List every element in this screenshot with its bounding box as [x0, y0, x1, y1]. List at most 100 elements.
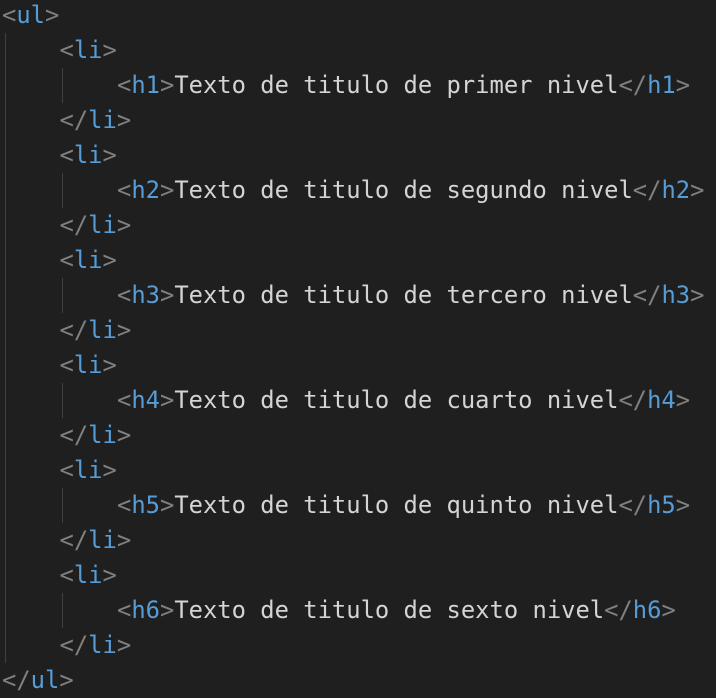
tag-close-bracket: >: [159, 386, 175, 414]
tag-close-bracket: >: [116, 526, 132, 554]
tag-open-bracket: </: [2, 666, 31, 694]
tag-name: h4: [131, 386, 160, 414]
ul-open-line[interactable]: <ul>: [2, 0, 59, 33]
tag-open-bracket: <: [117, 176, 132, 204]
indent-guide: [5, 33, 6, 663]
tag-close-bracket: >: [159, 281, 175, 309]
li-close-line[interactable]: </li>: [60, 208, 132, 243]
tag-close-bracket: >: [102, 561, 117, 589]
indent-guide: [62, 68, 63, 103]
tag-open-bracket: <: [117, 386, 132, 414]
heading-h5-line[interactable]: <h5>Texto de titulo de quinto nivel</h5>: [117, 488, 690, 523]
tag-open-bracket: <: [59, 246, 74, 274]
tag-open-bracket: <: [59, 561, 74, 589]
tag-name: ul: [30, 666, 60, 694]
tag-name: li: [88, 421, 117, 449]
tag-name: li: [88, 631, 117, 659]
tag-name: h5: [131, 491, 160, 519]
tag-close-bracket: >: [675, 71, 691, 99]
tag-open-bracket: </: [604, 596, 633, 624]
tag-open-bracket: <: [117, 281, 132, 309]
heading-h3-line[interactable]: <h3>Texto de titulo de tercero nivel</h3…: [117, 278, 704, 313]
tag-close-bracket: >: [116, 211, 132, 239]
tag-close-bracket: >: [675, 491, 691, 519]
tag-open-bracket: <: [59, 351, 74, 379]
tag-name: li: [73, 456, 103, 484]
tag-open-bracket: <: [117, 491, 132, 519]
tag-open-bracket: </: [59, 421, 89, 449]
tag-close-bracket: >: [116, 421, 132, 449]
tag-close-bracket: >: [661, 596, 676, 624]
tag-name: li: [73, 141, 103, 169]
li-close-line[interactable]: </li>: [60, 103, 132, 138]
code-editor[interactable]: <ul> <li> <h1>Texto de titulo de primer ni…: [0, 0, 716, 698]
tag-close-bracket: >: [102, 351, 117, 379]
tag-name: li: [88, 316, 117, 344]
tag-open-bracket: <: [2, 1, 17, 29]
tag-open-bracket: </: [618, 71, 648, 99]
tag-open-bracket: <: [117, 71, 132, 99]
tag-close-bracket: >: [116, 106, 132, 134]
ul-close-line[interactable]: </ul>: [2, 663, 74, 698]
tag-name: h3: [661, 281, 691, 309]
heading-text: Texto de titulo de segundo nivel: [174, 176, 633, 204]
indent-guide: [62, 173, 63, 208]
tag-close-bracket: >: [102, 246, 117, 274]
tag-open-bracket: </: [59, 106, 89, 134]
tag-open-bracket: <: [117, 596, 132, 624]
li-open-line[interactable]: <li>: [60, 558, 117, 593]
tag-close-bracket: >: [102, 141, 117, 169]
li-open-line[interactable]: <li>: [60, 243, 117, 278]
tag-close-bracket: >: [59, 666, 74, 694]
heading-text: Texto de titulo de sexto nivel: [174, 596, 605, 624]
tag-name: h2: [661, 176, 691, 204]
heading-h1-line[interactable]: <h1>Texto de titulo de primer nivel</h1>: [117, 68, 690, 103]
tag-open-bracket: </: [59, 631, 89, 659]
heading-text: Texto de titulo de cuarto nivel: [174, 386, 619, 414]
li-close-line[interactable]: </li>: [60, 418, 132, 453]
tag-close-bracket: >: [102, 456, 117, 484]
tag-open-bracket: </: [632, 176, 662, 204]
tag-close-bracket: >: [690, 281, 705, 309]
tag-close-bracket: >: [44, 1, 60, 29]
tag-name: h4: [647, 386, 676, 414]
heading-text: Texto de titulo de tercero nivel: [174, 281, 633, 309]
li-open-line[interactable]: <li>: [60, 138, 117, 173]
tag-name: h3: [131, 281, 160, 309]
heading-h2-line[interactable]: <h2>Texto de titulo de segundo nivel</h2…: [117, 173, 704, 208]
tag-name: li: [73, 561, 103, 589]
tag-name: h5: [647, 491, 676, 519]
tag-close-bracket: >: [159, 596, 175, 624]
li-close-line[interactable]: </li>: [60, 313, 132, 348]
tag-open-bracket: <: [59, 456, 74, 484]
tag-name: li: [73, 36, 103, 64]
tag-close-bracket: >: [116, 316, 132, 344]
tag-close-bracket: >: [690, 176, 705, 204]
heading-h4-line[interactable]: <h4>Texto de titulo de cuarto nivel</h4>: [117, 383, 690, 418]
tag-name: h2: [131, 176, 160, 204]
tag-close-bracket: >: [159, 71, 175, 99]
tag-close-bracket: >: [102, 36, 117, 64]
tag-name: li: [73, 351, 103, 379]
indent-guide: [62, 383, 63, 418]
li-close-line[interactable]: </li>: [60, 523, 132, 558]
tag-name: li: [88, 211, 117, 239]
li-open-line[interactable]: <li>: [60, 348, 117, 383]
tag-open-bracket: <: [59, 36, 74, 64]
tag-open-bracket: </: [59, 526, 89, 554]
heading-h6-line[interactable]: <h6>Texto de titulo de sexto nivel</h6>: [117, 593, 676, 628]
heading-text: Texto de titulo de primer nivel: [174, 71, 619, 99]
tag-open-bracket: </: [59, 316, 89, 344]
indent-guide: [62, 593, 63, 628]
tag-close-bracket: >: [159, 491, 175, 519]
tag-name: h1: [131, 71, 160, 99]
tag-name: ul: [16, 1, 45, 29]
tag-open-bracket: </: [618, 491, 648, 519]
heading-text: Texto de titulo de quinto nivel: [174, 491, 619, 519]
li-open-line[interactable]: <li>: [60, 33, 117, 68]
indent-guide: [62, 488, 63, 523]
li-open-line[interactable]: <li>: [60, 453, 117, 488]
tag-close-bracket: >: [159, 176, 175, 204]
li-close-line[interactable]: </li>: [60, 628, 132, 663]
tag-close-bracket: >: [675, 386, 691, 414]
